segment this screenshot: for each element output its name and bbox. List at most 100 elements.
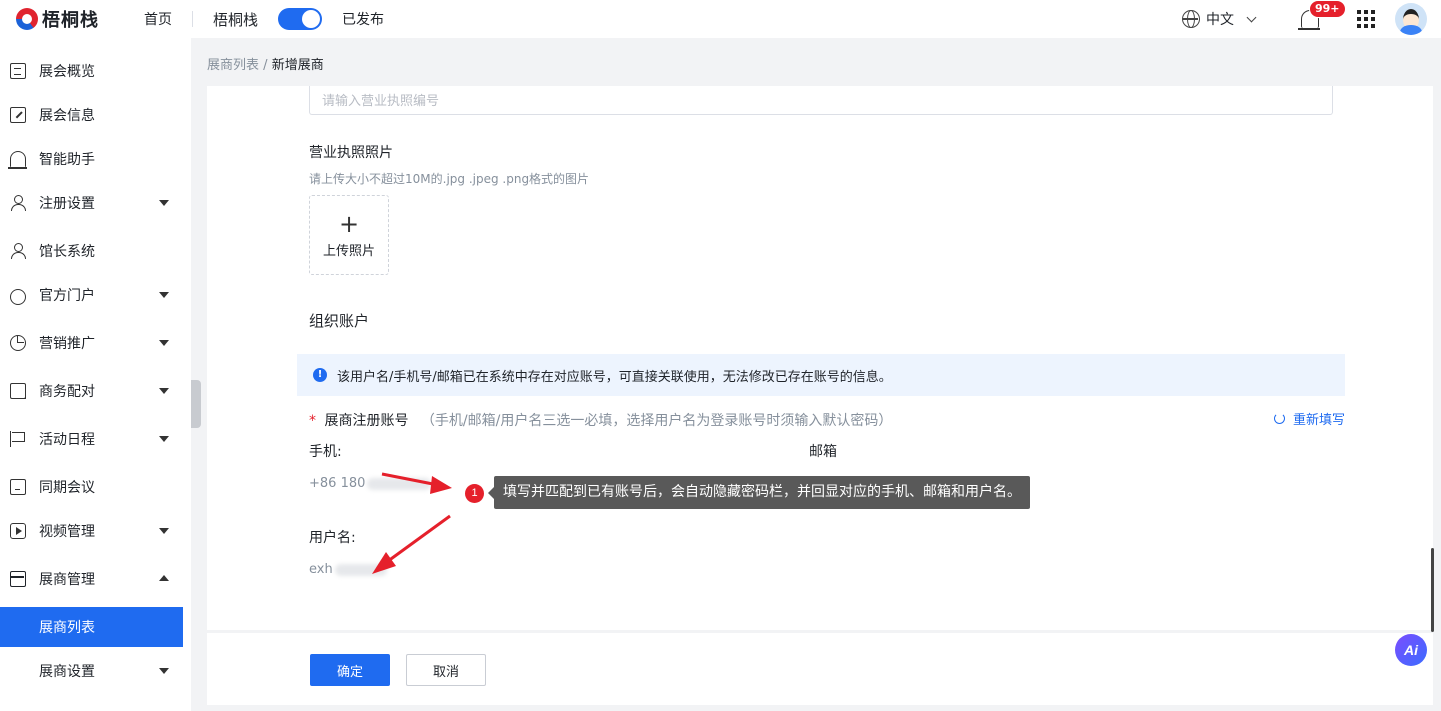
breadcrumb-separator: / bbox=[263, 58, 268, 73]
caret-down-icon bbox=[159, 528, 169, 534]
email-label: 邮箱 bbox=[809, 444, 837, 460]
sidebar-subitem-exhibitor-settings[interactable]: 展商设置 bbox=[0, 651, 191, 691]
form-footer: 确定 取消 bbox=[207, 633, 1433, 705]
alert-text: 该用户名/手机号/邮箱已在系统中存在对应账号，可直接关联使用，无法修改已存在账号… bbox=[337, 369, 892, 385]
sidebar-item-label: 展商设置 bbox=[39, 664, 95, 680]
required-mark: * bbox=[309, 413, 316, 429]
chevron-down-icon bbox=[1246, 12, 1257, 22]
sidebar-item-label: 注册设置 bbox=[39, 196, 95, 212]
sidebar-item-label: 同期会议 bbox=[39, 480, 95, 496]
avatar[interactable] bbox=[1395, 3, 1427, 35]
sidebar-item-assistant[interactable]: 智能助手 bbox=[0, 139, 191, 179]
caret-up-icon bbox=[159, 575, 169, 581]
sidebar-item-label: 活动日程 bbox=[39, 432, 95, 448]
caret-down-icon bbox=[159, 292, 169, 298]
sidebar-item-portal[interactable]: 官方门户 bbox=[0, 275, 191, 315]
store-icon bbox=[10, 571, 26, 587]
note-icon bbox=[10, 479, 26, 495]
annotation-tooltip: 填写并匹配到已有账号后，会自动隐藏密码栏，并回显对应的手机、邮箱和用户名。 bbox=[488, 476, 1030, 509]
sidebar-item-marketing[interactable]: 营销推广 bbox=[0, 323, 191, 363]
account-label: 展商注册账号 bbox=[324, 413, 409, 429]
breadcrumb-current: 新增展商 bbox=[271, 58, 324, 73]
refresh-icon bbox=[1273, 413, 1285, 424]
sidebar-item-label: 展商列表 bbox=[39, 620, 95, 636]
sidebar-item-label: 展会信息 bbox=[39, 108, 95, 124]
copy-icon bbox=[10, 383, 26, 399]
info-alert: ! 该用户名/手机号/邮箱已在系统中存在对应账号，可直接关联使用，无法修改已存在… bbox=[297, 354, 1345, 396]
sidebar-item-curator[interactable]: 馆长系统 bbox=[0, 231, 191, 271]
sidebar-item-label: 商务配对 bbox=[39, 384, 95, 400]
sidebar-collapse-handle[interactable] bbox=[191, 380, 201, 428]
info-icon: ! bbox=[313, 368, 327, 382]
sidebar-subitem-exhibitor-list[interactable]: 展商列表 bbox=[0, 607, 183, 647]
plus-icon: + bbox=[338, 210, 360, 238]
sidebar-item-label: 展会概览 bbox=[39, 64, 95, 80]
logo-text: 梧桐栈 bbox=[42, 10, 99, 31]
breadcrumb: 展商列表 / 新增展商 bbox=[207, 54, 324, 73]
sidebar-item-registration[interactable]: 注册设置 bbox=[0, 183, 191, 223]
license-number-input[interactable]: 请输入营业执照编号 bbox=[309, 86, 1333, 115]
publish-toggle[interactable] bbox=[278, 8, 323, 30]
sidebar-item-meetings[interactable]: 同期会议 bbox=[0, 467, 191, 507]
sidebar-item-video[interactable]: 视频管理 bbox=[0, 511, 191, 551]
sidebar-item-label: 智能助手 bbox=[39, 152, 95, 168]
language-label: 中文 bbox=[1206, 12, 1234, 28]
license-number-placeholder: 请输入营业执照编号 bbox=[322, 94, 440, 109]
form-card: 请输入营业执照编号 营业执照照片 请上传大小不超过10M的.jpg .jpeg … bbox=[207, 86, 1433, 630]
breadcrumb-parent[interactable]: 展商列表 bbox=[207, 58, 259, 73]
sidebar-item-expo-info[interactable]: 展会信息 bbox=[0, 95, 191, 135]
annotation-text: 填写并匹配到已有账号后，会自动隐藏密码栏，并回显对应的手机、邮箱和用户名。 bbox=[503, 484, 1021, 500]
caret-down-icon bbox=[159, 200, 169, 206]
upload-photo-button[interactable]: + 上传照片 bbox=[309, 195, 389, 275]
sidebar-item-overview[interactable]: 展会概览 bbox=[0, 51, 191, 91]
logo[interactable]: 梧桐栈 bbox=[16, 6, 134, 32]
sidebar: 展会概览 展会信息 智能助手 注册设置 馆长系统 官方门户 营销推广 商务配对 … bbox=[0, 38, 191, 711]
license-photo-hint: 请上传大小不超过10M的.jpg .jpeg .png格式的图片 bbox=[309, 172, 590, 186]
sidebar-item-matching[interactable]: 商务配对 bbox=[0, 371, 191, 411]
sidebar-item-exhibitors[interactable]: 展商管理 bbox=[0, 559, 191, 599]
cancel-button[interactable]: 取消 bbox=[406, 654, 486, 686]
redacted-blur bbox=[367, 477, 432, 490]
publish-status: 已发布 bbox=[342, 12, 385, 28]
edit-icon bbox=[10, 107, 26, 123]
phone-label: 手机: bbox=[309, 444, 342, 460]
phone-value-text: +86 180 bbox=[309, 476, 366, 491]
account-label-row: * 展商注册账号 （手机/邮箱/用户名三选一必填，选择用户名为登录账号时须输入默… bbox=[309, 410, 892, 430]
apps-grid-icon[interactable] bbox=[1357, 10, 1375, 28]
phone-value: +86 180 bbox=[309, 476, 432, 491]
scrollbar[interactable] bbox=[1431, 548, 1434, 632]
header-actions: 中文 99+ bbox=[1182, 0, 1441, 38]
refill-button[interactable]: 重新填写 bbox=[1273, 409, 1345, 428]
section-title-org-account: 组织账户 bbox=[309, 312, 370, 330]
notification-badge: 99+ bbox=[1309, 0, 1346, 18]
caret-down-icon bbox=[159, 436, 169, 442]
sidebar-item-label: 营销推广 bbox=[39, 336, 95, 352]
user-icon bbox=[10, 195, 26, 211]
username-value-text: exh bbox=[309, 562, 333, 577]
cloud-icon bbox=[10, 289, 26, 305]
caret-down-icon bbox=[159, 340, 169, 346]
logo-icon bbox=[16, 8, 38, 30]
globe-icon bbox=[1182, 10, 1200, 28]
nav-home-link[interactable]: 首页 bbox=[144, 9, 172, 29]
redacted-blur bbox=[334, 563, 387, 576]
account-hint: （手机/邮箱/用户名三选一必填，选择用户名为登录账号时须输入默认密码） bbox=[420, 413, 893, 429]
sidebar-item-label: 视频管理 bbox=[39, 524, 95, 540]
sidebar-item-label: 官方门户 bbox=[39, 288, 95, 304]
language-selector[interactable]: 中文 bbox=[1182, 9, 1257, 29]
username-value: exh bbox=[309, 562, 387, 577]
confirm-button[interactable]: 确定 bbox=[310, 654, 390, 686]
username-label: 用户名: bbox=[309, 530, 356, 546]
bell-icon bbox=[8, 151, 27, 169]
refill-label: 重新填写 bbox=[1292, 413, 1345, 428]
ai-assistant-button[interactable]: Ai bbox=[1395, 634, 1427, 666]
caret-down-icon bbox=[159, 388, 169, 394]
video-icon bbox=[10, 523, 26, 539]
flag-icon bbox=[10, 431, 26, 447]
sidebar-item-schedule[interactable]: 活动日程 bbox=[0, 419, 191, 459]
notification-button[interactable]: 99+ bbox=[1298, 0, 1346, 30]
sidebar-item-label: 展商管理 bbox=[39, 572, 95, 588]
toggle-knob bbox=[302, 10, 321, 28]
document-icon bbox=[10, 63, 26, 79]
nav-divider bbox=[192, 11, 193, 27]
